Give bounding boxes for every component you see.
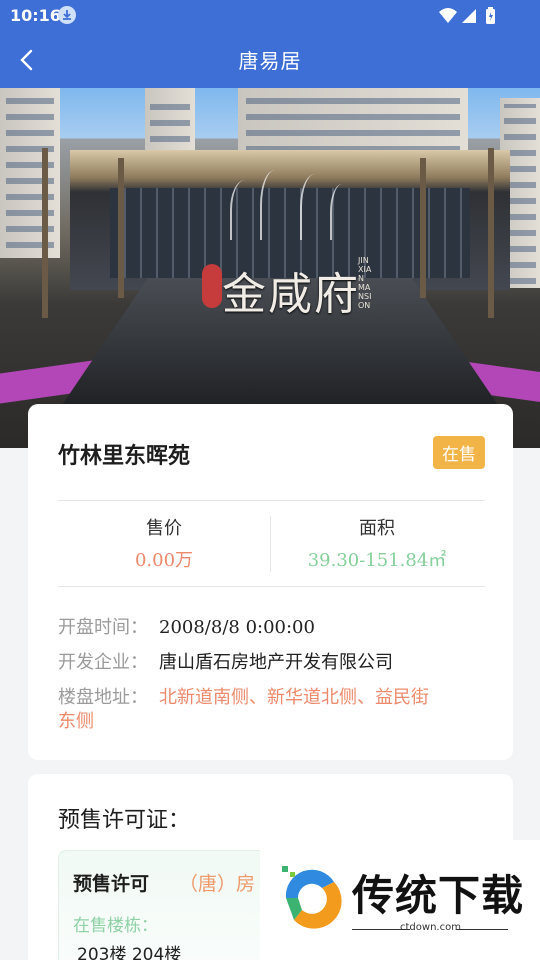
project-name: 竹林里东晖苑 [58, 444, 191, 469]
license-number: （唐）房 [179, 873, 256, 895]
watermark: 传统下载 ctdown.com [260, 840, 540, 960]
area-stat: 面积 39.30-151.84㎡ [271, 514, 483, 572]
address-value: 北新道南侧、新华道北侧、益民街 [159, 687, 429, 708]
status-badge: 在售 [433, 436, 485, 469]
address-value-cont: 东侧 [58, 711, 94, 732]
status-icons [438, 6, 508, 30]
page-title: 唐易居 [238, 49, 302, 73]
project-photo: 金咸府 JINXIAN MANSION [0, 88, 540, 448]
area-value: 39.30-151.84㎡ [307, 550, 447, 571]
status-bar: 10:16 [0, 0, 540, 32]
signal-icon [462, 9, 476, 23]
buildings-label: 在售楼栋： [73, 916, 158, 936]
watermark-logo-icon [282, 866, 342, 929]
watermark-text: 传统下载 [352, 871, 525, 920]
status-time: 10:16 [10, 6, 61, 25]
divider [58, 586, 485, 587]
license-title: 预售许可 [73, 873, 150, 895]
brand-subtext: JINXIAN MANSION [358, 256, 372, 310]
developer-value: 唐山盾石房地产开发有限公司 [159, 652, 393, 673]
download-icon [58, 6, 76, 24]
open-time-value: 2008/8/8 0:00:00 [159, 617, 315, 638]
area-label: 面积 [359, 518, 395, 539]
price-stat: 售价 0.00万 [58, 514, 270, 572]
divider [58, 500, 485, 501]
app-bar: 唐易居 [0, 32, 540, 88]
address-label: 楼盘地址： [58, 687, 148, 708]
project-info-card: 竹林里东晖苑 在售 售价 0.00万 面积 39.30-151.84㎡ 开盘时间… [28, 404, 513, 760]
price-label: 售价 [146, 518, 182, 539]
brand-logo: 金咸府 [222, 269, 360, 320]
brand-seal [202, 264, 222, 308]
buildings-value: 203楼 204楼 [77, 945, 182, 960]
battery-icon [486, 7, 495, 24]
watermark-url: ctdown.com [400, 922, 461, 933]
license-section-title: 预售许可证： [58, 808, 191, 833]
wifi-icon [439, 8, 457, 23]
watermark-rule [456, 929, 508, 930]
price-value: 0.00万 [134, 550, 194, 571]
open-time-label: 开盘时间： [58, 617, 148, 638]
developer-label: 开发企业： [58, 652, 148, 673]
